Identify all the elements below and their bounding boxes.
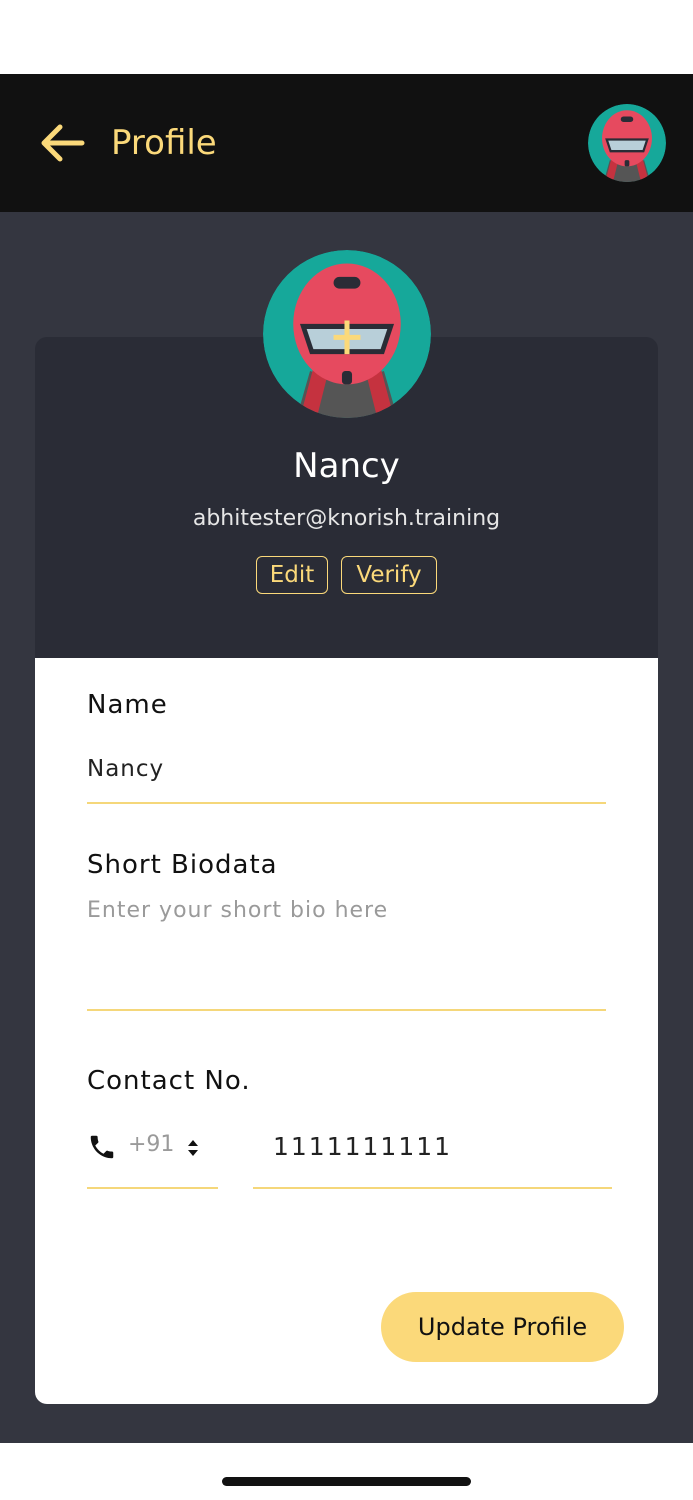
app-header: Profile <box>0 74 693 212</box>
phone-icon <box>90 1135 114 1159</box>
update-profile-button[interactable]: Update Profile <box>381 1292 624 1362</box>
arrow-left-icon[interactable] <box>38 120 88 166</box>
verify-button[interactable]: Verify <box>341 556 437 594</box>
bio-underline <box>87 1009 606 1011</box>
phone-underline <box>253 1187 612 1189</box>
profile-name: Nancy <box>293 446 400 486</box>
content-area: Name Nancy Short Biodata Enter your shor… <box>0 212 693 1443</box>
bio-input[interactable]: Enter your short bio here <box>87 898 388 923</box>
country-code-underline <box>87 1187 218 1189</box>
contact-label: Contact No. <box>87 1066 251 1096</box>
profile-form-card: Name Nancy Short Biodata Enter your shor… <box>35 658 658 1404</box>
phone-input[interactable]: 1111111111 <box>273 1132 452 1161</box>
helmet-avatar-icon <box>263 250 431 418</box>
edit-button[interactable]: Edit <box>256 556 328 594</box>
name-underline <box>87 802 606 804</box>
bio-label: Short Biodata <box>87 850 278 880</box>
country-code: +91 <box>128 1132 175 1157</box>
name-field[interactable]: Nancy <box>87 756 164 782</box>
helmet-avatar-icon <box>588 104 666 182</box>
home-indicator <box>222 1477 471 1486</box>
profile-email: abhitester@knorish.training <box>192 506 501 531</box>
page-title: Profile <box>111 123 217 163</box>
sort-arrows-icon <box>188 1140 198 1156</box>
profile-avatar[interactable] <box>263 250 431 418</box>
country-code-select[interactable]: +91 <box>87 1128 218 1186</box>
name-label: Name <box>87 690 168 720</box>
header-avatar[interactable] <box>588 104 666 182</box>
